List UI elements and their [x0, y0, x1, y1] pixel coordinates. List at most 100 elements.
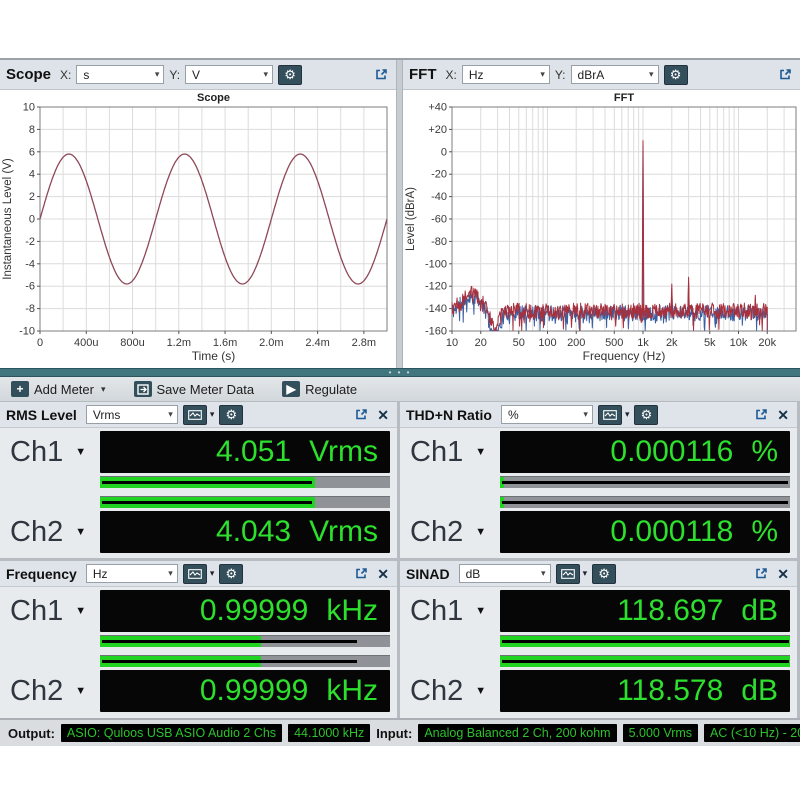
- frequency-unit-select[interactable]: Hz ▾: [85, 564, 178, 583]
- svg-text:0: 0: [37, 337, 43, 349]
- scope-expand-button[interactable]: [372, 66, 390, 84]
- close-button[interactable]: ✕: [775, 567, 791, 581]
- gear-icon: ⚙: [225, 566, 238, 581]
- sinad-body: Ch1 ▼ 118.697 dB Ch2 ▼ 118.578 dB: [400, 587, 797, 718]
- svg-text:2.0m: 2.0m: [259, 337, 283, 349]
- input-range-badge[interactable]: 5.000 Vrms: [622, 724, 699, 742]
- svg-text:2: 2: [29, 191, 35, 203]
- chevron-down-icon[interactable]: ▾: [583, 568, 588, 579]
- expand-button[interactable]: [752, 406, 770, 424]
- meter-settings-button[interactable]: ⚙: [219, 563, 244, 584]
- meter-settings-button[interactable]: ⚙: [592, 563, 617, 584]
- level-bar-ch1: [500, 476, 790, 488]
- meter-display-ch2: 0.000118 %: [500, 511, 790, 553]
- input-coupling-badge[interactable]: AC (<10 Hz) - 20 kHz: [704, 724, 800, 742]
- add-meter-button[interactable]: + Add Meter ▾: [6, 380, 111, 398]
- meter-display-mode-button[interactable]: [182, 563, 207, 584]
- scope-y-axis-label: Y:: [169, 67, 181, 82]
- svg-text:10: 10: [23, 102, 35, 114]
- expand-button[interactable]: [752, 565, 770, 583]
- scope-x-axis-label: X:: [60, 67, 72, 82]
- input-label: Input:: [376, 725, 413, 741]
- svg-text:-60: -60: [431, 214, 447, 226]
- svg-text:Frequency (Hz): Frequency (Hz): [583, 349, 666, 363]
- svg-text:-80: -80: [431, 236, 447, 248]
- fft-y-unit-select[interactable]: dBrA ▾: [570, 65, 659, 84]
- meter-settings-button[interactable]: ⚙: [219, 404, 244, 425]
- expand-button[interactable]: [352, 406, 370, 424]
- meter-display-mode-button[interactable]: [597, 404, 622, 425]
- channel-selector-ch1[interactable]: Ch1 ▼: [402, 431, 500, 473]
- panel-divider[interactable]: [396, 60, 403, 368]
- horizontal-splitter[interactable]: • • •: [0, 368, 800, 377]
- channel-selector-ch2[interactable]: Ch2 ▼: [402, 511, 500, 553]
- triangle-down-icon: ▼: [75, 605, 87, 617]
- meter-settings-button[interactable]: ⚙: [634, 404, 659, 425]
- thdn-unit-select[interactable]: % ▾: [500, 405, 593, 424]
- output-device-badge[interactable]: ASIO: Quloos USB ASIO Audio 2 Chs: [60, 724, 283, 742]
- svg-text:-4: -4: [25, 258, 35, 270]
- expand-button[interactable]: [352, 565, 370, 583]
- triangle-down-icon: ▼: [475, 685, 487, 697]
- svg-text:0: 0: [29, 214, 35, 226]
- chevron-down-icon: ▾: [649, 69, 654, 79]
- close-button[interactable]: ✕: [375, 408, 391, 422]
- meter-display-mode-button[interactable]: [555, 563, 580, 584]
- meter-toolbar: + Add Meter ▾ Save Meter Data ▶ Regulate: [0, 377, 800, 402]
- svg-text:1.2m: 1.2m: [167, 337, 191, 349]
- fft-chart: +40 +20 0 -20 -40 -60 -80 -100 -120 -140 -16010 20 5…: [403, 90, 800, 368]
- chevron-down-icon[interactable]: ▾: [210, 409, 215, 420]
- channel-selector-ch2[interactable]: Ch2 ▼: [2, 511, 100, 553]
- regulate-button[interactable]: ▶ Regulate: [277, 380, 362, 398]
- expand-icon: [375, 69, 387, 80]
- meter-display-mode-button[interactable]: [182, 404, 207, 425]
- meter-title: SINAD: [406, 565, 450, 582]
- channel-selector-ch1[interactable]: Ch1 ▼: [2, 590, 100, 632]
- channel-selector-ch2[interactable]: Ch2 ▼: [2, 670, 100, 712]
- rms-unit-select[interactable]: Vrms ▾: [85, 405, 178, 424]
- svg-text:Instantaneous Level (V): Instantaneous Level (V): [2, 158, 14, 280]
- chevron-down-icon[interactable]: ▾: [210, 568, 215, 579]
- input-device-badge[interactable]: Analog Balanced 2 Ch, 200 kohm: [418, 724, 617, 742]
- chevron-down-icon: ▾: [263, 69, 269, 79]
- scope-x-unit-select[interactable]: s ▾: [76, 65, 165, 84]
- fft-settings-button[interactable]: ⚙: [663, 64, 688, 85]
- waveform-icon: [187, 409, 202, 420]
- close-button[interactable]: ✕: [375, 567, 391, 581]
- chevron-down-icon[interactable]: ▾: [625, 409, 630, 420]
- scope-settings-button[interactable]: ⚙: [278, 64, 303, 85]
- chevron-down-icon: ▾: [154, 69, 160, 79]
- splitter-grip-icon: • • •: [388, 367, 412, 377]
- svg-text:4: 4: [29, 169, 35, 181]
- svg-text:-40: -40: [431, 191, 447, 203]
- scope-y-unit-select[interactable]: V ▾: [185, 65, 274, 84]
- close-button[interactable]: ✕: [775, 408, 791, 422]
- sample-rate-badge[interactable]: 44.1000 kHz: [288, 724, 371, 742]
- plus-icon: +: [11, 381, 29, 397]
- fft-x-unit-select[interactable]: Hz ▾: [461, 65, 550, 84]
- svg-text:20k: 20k: [758, 337, 776, 349]
- gear-icon: ⚙: [598, 566, 610, 581]
- chevron-down-icon: ▾: [100, 383, 106, 394]
- channel-selector-ch1[interactable]: Ch1 ▼: [2, 431, 100, 473]
- save-meter-data-button[interactable]: Save Meter Data: [129, 380, 260, 398]
- fft-panel: FFT X: Hz ▾ Y: dBrA ▾ ⚙ +40 +20 0 -20 -4…: [403, 60, 800, 368]
- svg-text:8: 8: [29, 124, 35, 136]
- meter-display-ch1: 118.697 dB: [500, 590, 790, 632]
- svg-text:20: 20: [475, 337, 487, 349]
- svg-text:10k: 10k: [730, 337, 748, 349]
- expand-icon: [779, 69, 791, 80]
- fft-expand-button[interactable]: [776, 66, 794, 84]
- svg-text:400u: 400u: [74, 337, 98, 349]
- sinad-unit-select[interactable]: dB ▾: [458, 564, 551, 583]
- scope-panel-header: Scope X: s ▾ Y: V ▾ ⚙: [0, 60, 396, 90]
- channel-selector-ch2[interactable]: Ch2 ▼: [402, 670, 500, 712]
- waveform-icon: [187, 568, 202, 579]
- channel-selector-ch1[interactable]: Ch1 ▼: [402, 590, 500, 632]
- gear-icon: ⚙: [284, 67, 296, 82]
- chevron-down-icon: ▾: [583, 409, 588, 419]
- svg-text:-2: -2: [25, 236, 35, 248]
- level-bar-ch2: [100, 496, 390, 508]
- waveform-icon: [560, 568, 575, 579]
- audio-analyzer-app: Scope X: s ▾ Y: V ▾ ⚙ 10 8 6 4 2 0 -2 -4…: [0, 58, 800, 746]
